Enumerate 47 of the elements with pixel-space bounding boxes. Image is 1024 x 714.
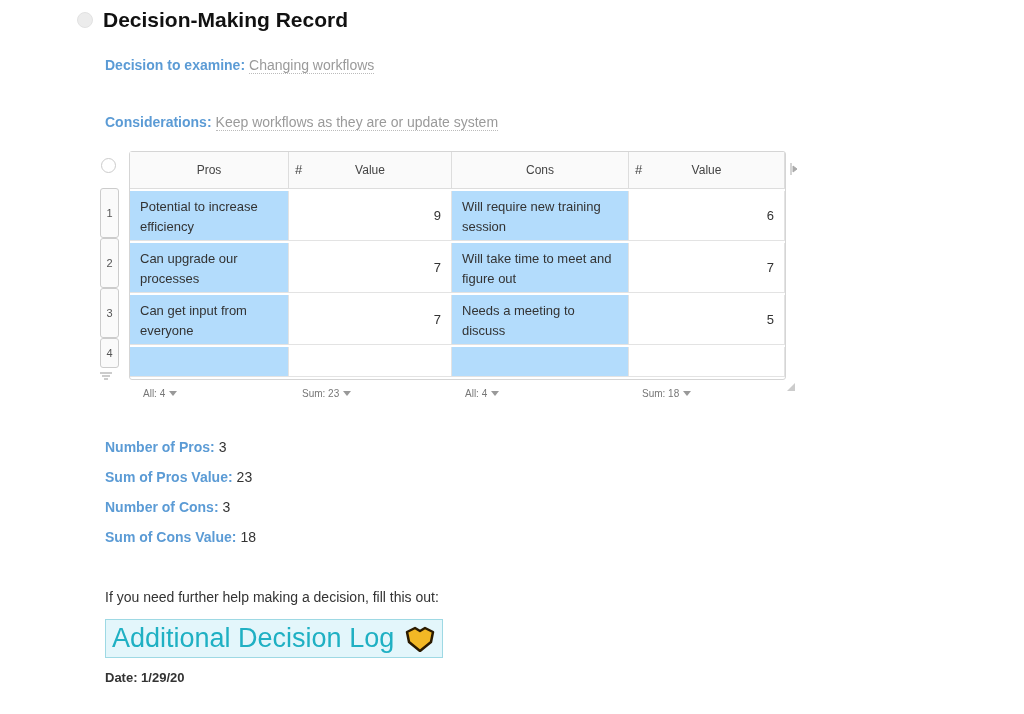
table-cell: Potential to increase efficiency <box>130 191 289 241</box>
column-header[interactable]: # Value <box>289 152 452 189</box>
add-column-icon[interactable] <box>790 163 798 175</box>
date-text: Date: 1/29/20 <box>105 670 186 685</box>
summary-value: 3 <box>222 499 231 515</box>
table-cell: 7 <box>289 295 452 345</box>
column-header[interactable]: Cons <box>452 152 629 189</box>
summary-value: 23 <box>236 469 253 485</box>
column-summary[interactable]: All: 4 <box>143 388 166 399</box>
table-cell: Can upgrade our processes <box>130 243 289 293</box>
table-cell: Can get input from everyone <box>130 295 289 345</box>
resize-handle-icon[interactable] <box>786 382 796 392</box>
help-text: If you need further help making a decision, fill this out: <box>105 589 440 605</box>
table-cell: Will require new training session <box>452 191 629 241</box>
column-summary[interactable]: All: 4 <box>465 388 488 399</box>
summary-label: Number of Pros: <box>105 439 215 455</box>
table-cell: 5 <box>629 295 785 345</box>
table-cell: Will take time to meet and figure out <box>452 243 629 293</box>
summary-label: Number of Cons: <box>105 499 219 515</box>
filter-icon[interactable] <box>100 372 112 380</box>
column-header[interactable]: Pros <box>130 152 289 189</box>
caret-icon[interactable] <box>169 391 178 396</box>
table-cell: 7 <box>629 243 785 293</box>
summary-value: 18 <box>240 529 257 545</box>
caret-icon[interactable] <box>491 391 500 396</box>
caret-icon[interactable] <box>683 391 692 396</box>
column-summary[interactable]: Sum: 23 <box>302 388 340 399</box>
table-cell: 7 <box>289 243 452 293</box>
page-title: Decision-Making Record <box>103 8 349 32</box>
row-number[interactable]: 1 <box>100 188 119 238</box>
summary-value: 3 <box>218 439 227 455</box>
row-number[interactable]: 3 <box>100 288 119 338</box>
table-cell: 6 <box>629 191 785 241</box>
number-type-icon: # <box>295 162 303 177</box>
table-cell: Needs a meeting to discuss <box>452 295 629 345</box>
column-header[interactable]: # Value <box>629 152 785 189</box>
summary-label: Sum of Pros Value: <box>105 469 233 485</box>
field-label: Decision to examine: <box>105 57 246 74</box>
row-number[interactable]: 4 <box>100 338 119 368</box>
status-dot[interactable] <box>77 12 93 28</box>
caret-icon[interactable] <box>343 391 352 396</box>
row-number[interactable]: 2 <box>100 238 119 288</box>
field-label: Considerations: <box>105 114 212 131</box>
summary-label: Sum of Cons Value: <box>105 529 237 545</box>
column-summary[interactable]: Sum: 18 <box>642 388 680 399</box>
table-cell: 9 <box>289 191 452 241</box>
number-type-icon: # <box>635 162 643 177</box>
